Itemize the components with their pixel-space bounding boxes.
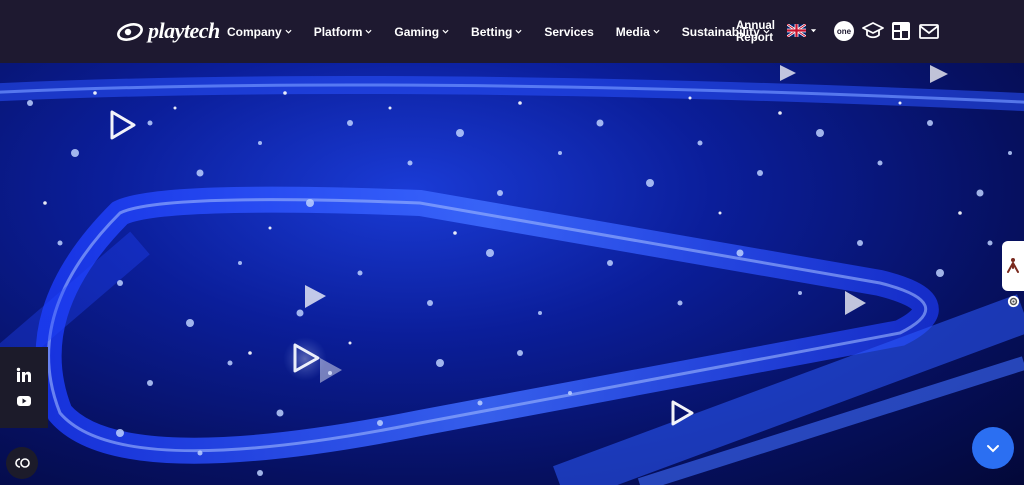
svg-text:one: one bbox=[837, 27, 852, 36]
chevron-down-icon bbox=[285, 29, 292, 34]
main-nav: Company Platform Gaming Betting Services… bbox=[227, 0, 792, 63]
logo-swoosh-icon bbox=[117, 23, 143, 41]
playtech-logo[interactable]: playtech bbox=[116, 16, 220, 46]
cookie-settings-button[interactable] bbox=[6, 447, 38, 479]
chevron-down-icon bbox=[515, 29, 522, 34]
language-flag-uk-icon bbox=[787, 24, 806, 37]
chevron-down-icon bbox=[653, 29, 660, 34]
hero-background-graphic bbox=[0, 65, 1024, 485]
nav-gaming[interactable]: Gaming bbox=[394, 25, 449, 39]
one-icon[interactable]: one bbox=[833, 20, 855, 42]
youtube-icon[interactable] bbox=[16, 393, 32, 409]
nav-annual-report[interactable]: Annual Report bbox=[736, 20, 775, 44]
nav-media-label: Media bbox=[615, 24, 650, 39]
annual-report-line2: Report bbox=[736, 32, 774, 44]
logo-text: playtech bbox=[148, 18, 220, 43]
chevron-down-icon bbox=[365, 29, 372, 34]
nav-services-label: Services bbox=[544, 24, 594, 39]
hero-banner bbox=[0, 63, 1024, 485]
accessibility-person-icon bbox=[1007, 258, 1019, 273]
cookie-consent-icon bbox=[15, 458, 30, 468]
linkedin-icon[interactable] bbox=[16, 367, 32, 383]
nav-services[interactable]: Services bbox=[544, 25, 593, 39]
site-header: playtech Company Platform Gaming Betting… bbox=[0, 0, 1024, 63]
caret-down-icon bbox=[810, 29, 817, 33]
nav-platform-label: Platform bbox=[313, 24, 363, 39]
nav-company[interactable]: Company bbox=[227, 25, 292, 39]
accessibility-widget-button[interactable] bbox=[1002, 241, 1024, 291]
nav-media[interactable]: Media bbox=[616, 25, 660, 39]
nav-gaming-label: Gaming bbox=[394, 24, 440, 39]
nav-platform[interactable]: Platform bbox=[314, 25, 373, 39]
graduation-cap-icon[interactable] bbox=[862, 20, 884, 42]
mail-icon[interactable] bbox=[918, 20, 940, 42]
annual-report-line1: Annual bbox=[736, 20, 775, 32]
calendar-icon[interactable] bbox=[890, 20, 912, 42]
nav-company-label: Company bbox=[227, 24, 282, 39]
gear-icon[interactable] bbox=[1007, 295, 1020, 308]
chevron-down-icon bbox=[442, 29, 449, 34]
scroll-down-button[interactable] bbox=[972, 427, 1014, 469]
language-selector[interactable] bbox=[787, 24, 817, 37]
nav-betting[interactable]: Betting bbox=[471, 25, 522, 39]
social-links-panel bbox=[0, 347, 48, 428]
chevron-down-icon bbox=[987, 445, 999, 453]
nav-betting-label: Betting bbox=[471, 24, 513, 39]
